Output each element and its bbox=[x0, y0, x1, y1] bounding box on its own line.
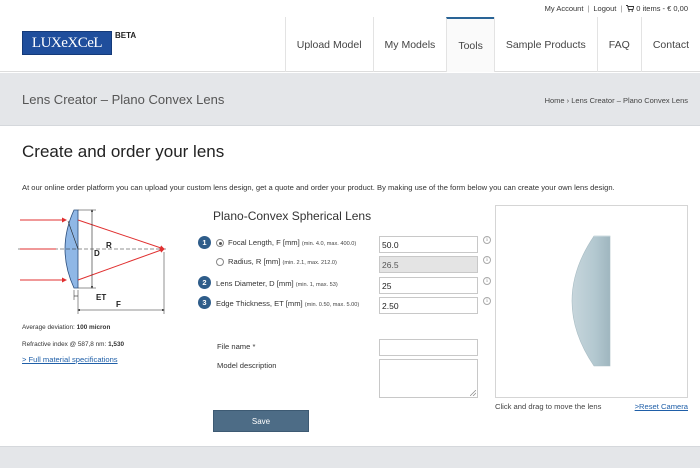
focal-length-input[interactable] bbox=[379, 236, 478, 253]
cart-link[interactable]: 0 items - € 0,00 bbox=[626, 4, 688, 13]
page-banner: Lens Creator – Plano Convex Lens Home › … bbox=[0, 73, 700, 126]
beta-badge: BETA bbox=[115, 31, 137, 40]
focal-length-hint: (min. 4.0, max. 400.0) bbox=[301, 241, 357, 247]
nav-contact[interactable]: Contact bbox=[640, 17, 700, 72]
account-links: My Account | Logout | 0 items - € 0,00 bbox=[545, 4, 688, 13]
logout-link[interactable]: Logout bbox=[593, 4, 616, 13]
radius-text: Radius, R [mm] bbox=[228, 257, 281, 266]
focal-length-label: Focal Length, F [mm] (min. 4.0, max. 400… bbox=[228, 238, 356, 247]
nav-faq[interactable]: FAQ bbox=[596, 17, 641, 72]
main-heading: Create and order your lens bbox=[22, 142, 225, 161]
edge-thickness-input[interactable] bbox=[379, 297, 478, 314]
focal-length-radio[interactable] bbox=[216, 239, 224, 247]
diagram-label-f: F bbox=[116, 300, 121, 309]
radius-info-icon[interactable]: i bbox=[483, 256, 491, 264]
form-title: Plano-Convex Spherical Lens bbox=[213, 209, 372, 223]
diameter-label: Lens Diameter, D [mm] (min. 1, max. 53) bbox=[216, 279, 338, 288]
diagram-label-r: R bbox=[106, 241, 112, 250]
step-2-badge: 2 bbox=[198, 276, 211, 289]
reset-camera-link[interactable]: >Reset Camera bbox=[635, 402, 688, 411]
main-nav: Upload Model My Models Tools Sample Prod… bbox=[284, 17, 700, 72]
resize-handle-icon[interactable] bbox=[470, 390, 476, 396]
model-description-label: Model description bbox=[217, 361, 277, 370]
deviation-label: Average deviation: bbox=[22, 324, 75, 331]
edge-thickness-hint: (min. 0.50, max. 5.00) bbox=[304, 302, 360, 308]
radius-input[interactable] bbox=[379, 256, 478, 273]
nav-sample-products[interactable]: Sample Products bbox=[493, 17, 597, 72]
site-header: LUXeXCeL BETA Upload Model My Models Too… bbox=[0, 17, 700, 72]
top-utility-bar: My Account | Logout | 0 items - € 0,00 bbox=[0, 0, 700, 17]
edge-thickness-label: Edge Thickness, ET [mm] (min. 0.50, max.… bbox=[216, 299, 359, 308]
average-deviation: Average deviation: 100 micron bbox=[22, 324, 110, 331]
diameter-text: Lens Diameter, D [mm] bbox=[216, 279, 294, 288]
separator: | bbox=[587, 4, 590, 13]
cart-icon bbox=[626, 5, 635, 12]
lens-3d-render bbox=[571, 235, 611, 367]
diagram-label-d: D bbox=[94, 249, 100, 258]
edge-thickness-text: Edge Thickness, ET [mm] bbox=[216, 299, 303, 308]
refractive-index: Refractive index @ 587,8 nm: 1,530 bbox=[22, 341, 124, 348]
intro-text: At our online order platform you can upl… bbox=[22, 183, 615, 192]
save-button[interactable]: Save bbox=[213, 410, 309, 432]
radius-label: Radius, R [mm] (min. 2.1, max. 212.0) bbox=[228, 257, 337, 266]
index-label: Refractive index @ 587,8 nm: bbox=[22, 341, 107, 348]
material-specs-link[interactable]: > Full material specifications bbox=[22, 355, 118, 364]
radius-hint: (min. 2.1, max. 212.0) bbox=[282, 260, 337, 266]
diameter-input[interactable] bbox=[379, 277, 478, 294]
page-title: Lens Creator – Plano Convex Lens bbox=[22, 92, 225, 107]
nav-upload-model[interactable]: Upload Model bbox=[284, 17, 373, 72]
focal-length-text: Focal Length, F [mm] bbox=[228, 238, 300, 247]
file-name-input[interactable] bbox=[379, 339, 478, 356]
diameter-info-icon[interactable]: i bbox=[483, 277, 491, 285]
index-value: 1,530 bbox=[108, 341, 125, 348]
file-name-label: File name * bbox=[217, 342, 256, 351]
my-account-link[interactable]: My Account bbox=[545, 4, 584, 13]
focal-length-info-icon[interactable]: i bbox=[483, 236, 491, 244]
nav-my-models[interactable]: My Models bbox=[372, 17, 447, 72]
step-3-badge: 3 bbox=[198, 296, 211, 309]
step-1-badge: 1 bbox=[198, 236, 211, 249]
diameter-hint: (min. 1, max. 53) bbox=[295, 282, 338, 288]
luxexcel-logo[interactable]: LUXeXCeL bbox=[22, 31, 112, 55]
viewer-instructions: Click and drag to move the lens bbox=[495, 402, 602, 411]
nav-tools[interactable]: Tools bbox=[446, 17, 494, 72]
diagram-label-et: ET bbox=[96, 293, 106, 302]
page-footer bbox=[0, 446, 700, 468]
deviation-value: 100 micron bbox=[76, 324, 111, 331]
breadcrumb[interactable]: Home › Lens Creator – Plano Convex Lens bbox=[545, 96, 688, 105]
model-description-textarea[interactable] bbox=[379, 359, 478, 398]
lens-diagram: R D ET F bbox=[16, 204, 172, 319]
separator: | bbox=[620, 4, 623, 13]
radius-radio[interactable] bbox=[216, 258, 224, 266]
lens-3d-viewer[interactable] bbox=[495, 205, 688, 398]
edge-thickness-info-icon[interactable]: i bbox=[483, 297, 491, 305]
cart-summary: 0 items - € 0,00 bbox=[636, 4, 688, 13]
